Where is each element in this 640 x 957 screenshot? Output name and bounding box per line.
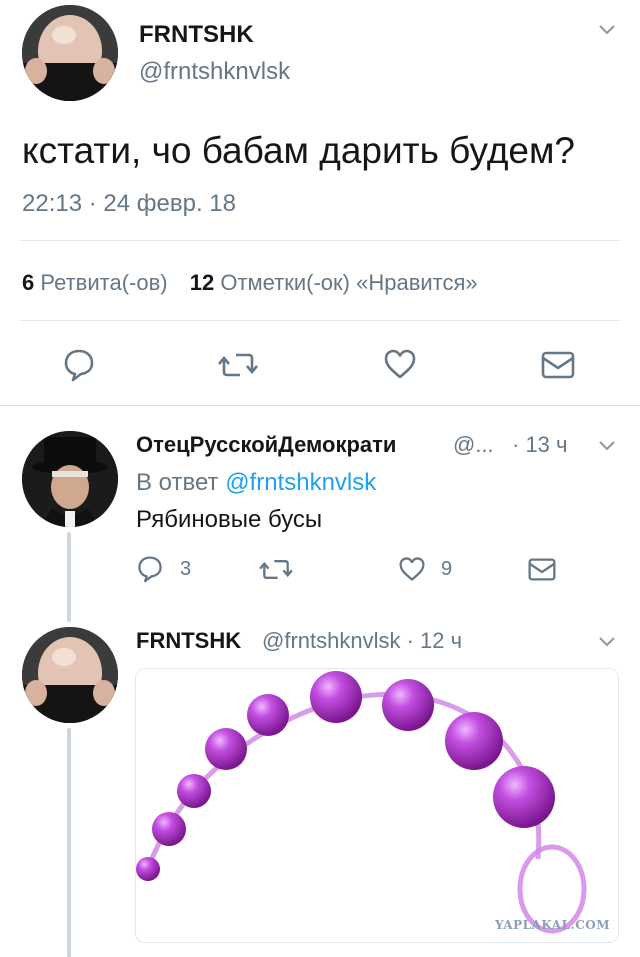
main-avatar[interactable] [22,5,118,101]
retweets-label[interactable]: Ретвита(-ов) [40,270,167,295]
likes-count[interactable]: 12 [190,270,214,295]
main-author-handle[interactable]: @frntshknvlsk [139,58,290,86]
reply-count: 3 [180,558,192,580]
direct-message-icon[interactable] [528,557,556,582]
engagement-stats: 6 Ретвита(-ов) 12 Отметки(-ок) «Нравится… [22,270,478,296]
thread-line [67,532,71,622]
reply-tweet: ОтецРусскойДемократи @... · 13 ч В ответ… [0,406,640,622]
reply-time[interactable]: · 13 ч [512,432,567,458]
main-timestamp[interactable]: 22:13 · 24 февр. 18 [22,190,236,218]
retweet-icon[interactable] [218,350,258,380]
reply-author-name[interactable]: ОтецРусскойДемократи [136,432,396,458]
retweet-icon[interactable] [259,557,293,582]
like-icon[interactable] [398,556,426,582]
reply-icon[interactable] [137,555,163,583]
divider [20,320,620,321]
reply-avatar[interactable] [22,431,118,527]
reply-author-handle[interactable]: @frntshknvlsk · 12 ч [262,628,462,654]
like-icon[interactable] [383,348,417,380]
reply-author-name[interactable]: FRNTSHK [136,628,241,654]
reply-avatar[interactable] [22,627,118,723]
beads-photo [136,669,618,942]
likes-label[interactable]: Отметки(-ок) «Нравится» [220,270,477,295]
divider [20,240,620,241]
reply-text: Рябиновые бусы [136,506,323,533]
thread-line [67,728,71,957]
main-tweet: FRNTSHK @frntshknvlsk кстати, чо бабам д… [0,0,640,405]
reply-context-prefix: В ответ [136,469,219,496]
reply-context: В ответ @frntshknvlsk [136,469,376,497]
chevron-down-icon[interactable] [598,24,616,36]
like-count: 9 [441,558,453,580]
reply-context-handle[interactable]: @frntshknvlsk [225,469,376,496]
chevron-down-icon[interactable] [598,636,616,648]
main-author-name[interactable]: FRNTSHK [139,21,254,49]
reply-icon[interactable] [63,348,95,382]
attached-photo[interactable]: YAPLAKAL.COM [135,668,619,943]
reply-author-handle[interactable]: @... [453,432,494,458]
watermark: YAPLAKAL.COM [494,918,610,932]
chevron-down-icon[interactable] [598,440,616,452]
main-tweet-text: кстати, чо бабам дарить будем? [22,130,576,171]
retweets-count[interactable]: 6 [22,270,34,295]
direct-message-icon[interactable] [541,350,575,380]
